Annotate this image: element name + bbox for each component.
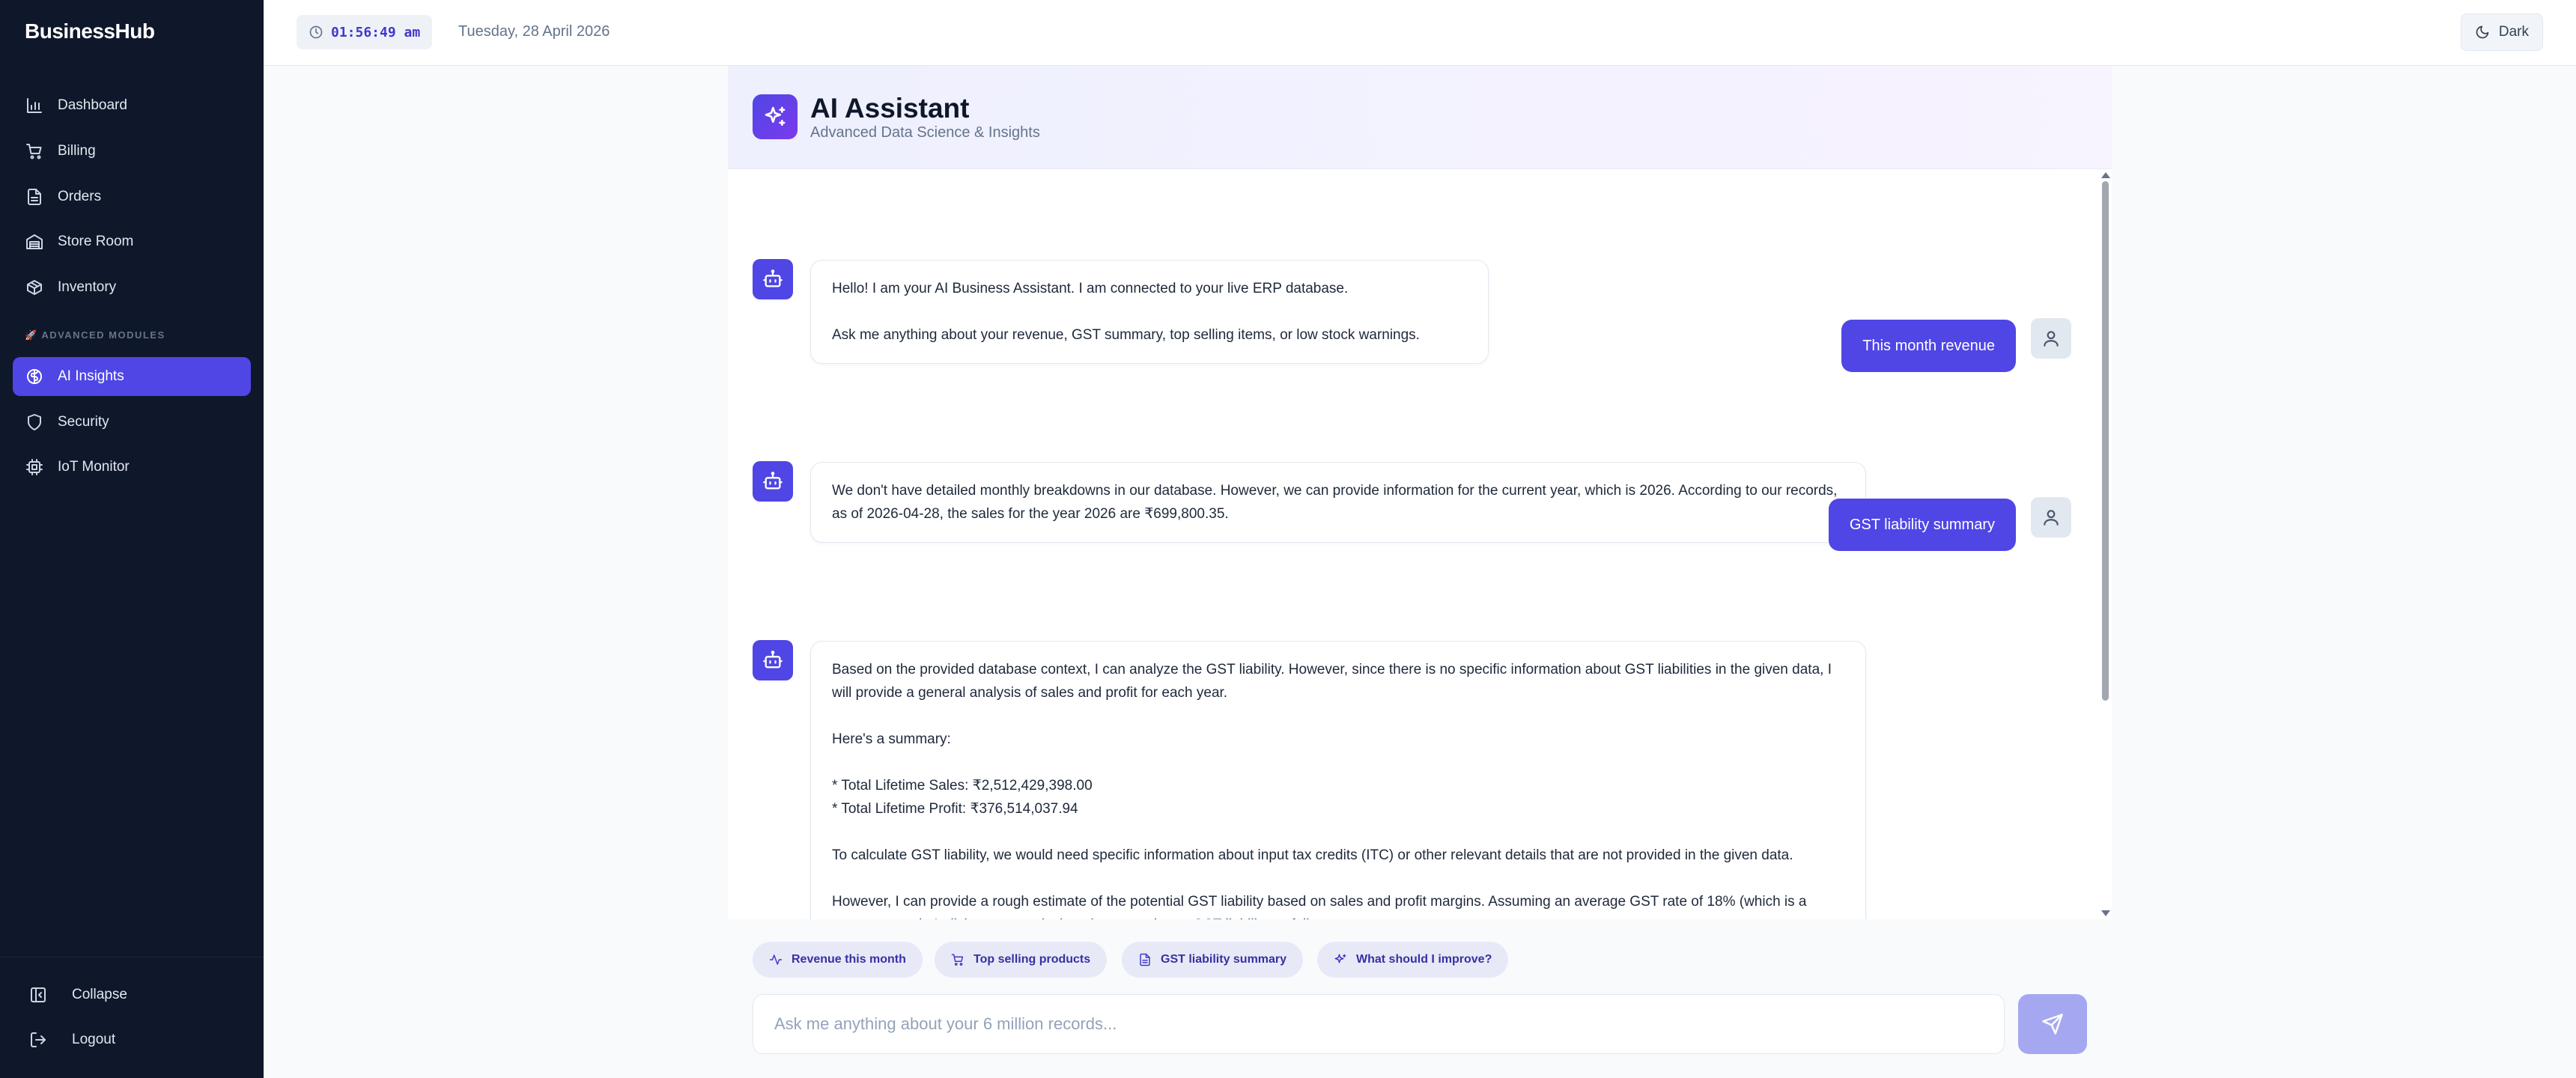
clock-badge: 01:56:49 am bbox=[297, 15, 433, 49]
sidebar-item-store-room[interactable]: Store Room bbox=[13, 222, 251, 261]
package-icon bbox=[25, 278, 44, 297]
sidebar-item-dashboard[interactable]: Dashboard bbox=[13, 86, 251, 125]
chat-input[interactable] bbox=[753, 994, 2005, 1054]
list-item: * Total Lifetime Profit: ₹376,514,037.94 bbox=[832, 801, 1078, 817]
sidebar-item-ai-insights[interactable]: AI Insights bbox=[13, 357, 251, 396]
logout-label: Logout bbox=[72, 1032, 116, 1047]
sidebar-item-inventory[interactable]: Inventory bbox=[13, 268, 251, 307]
top-bar: 01:56:49 am Tuesday, 28 April 2026 Dark bbox=[264, 0, 2576, 66]
clock-time: 01:56:49 am bbox=[331, 24, 421, 40]
sidebar-item-orders[interactable]: Orders bbox=[13, 177, 251, 216]
suggestion-revenue-this-month[interactable]: Revenue this month bbox=[753, 942, 923, 978]
suggestion-label: GST liability summary bbox=[1161, 953, 1287, 966]
assistant-header: AI Assistant Advanced Data Science & Ins… bbox=[728, 66, 2112, 169]
user-icon bbox=[2044, 510, 2059, 526]
message-text: However, I can provide a rough estimate … bbox=[832, 894, 1807, 919]
bot-avatar bbox=[753, 640, 793, 680]
sidebar-item-label: IoT Monitor bbox=[58, 459, 130, 475]
sidebar-item-label: Orders bbox=[58, 189, 102, 204]
message-list[interactable]: Hello! I am your AI Business Assistant. … bbox=[728, 169, 2112, 919]
logout-button[interactable]: Logout bbox=[28, 1023, 115, 1056]
message-text: Hello! I am your AI Business Assistant. … bbox=[832, 281, 1349, 296]
send-icon bbox=[2042, 1014, 2063, 1035]
document-icon bbox=[25, 187, 44, 207]
bot-avatar bbox=[753, 259, 793, 299]
theme-toggle-button[interactable]: Dark bbox=[2460, 13, 2543, 51]
sidebar-item-label: AI Insights bbox=[58, 368, 124, 384]
assistant-title: AI Assistant bbox=[810, 93, 970, 124]
sidebar-collapse-icon bbox=[28, 985, 48, 1005]
activity-icon bbox=[769, 954, 783, 965]
sparkles-icon bbox=[1334, 954, 1346, 963]
message-text: * Total Lifetime Sales: ₹2,512,429,398.0… bbox=[832, 774, 1844, 820]
shopping-cart-icon bbox=[25, 141, 44, 161]
theme-toggle-label: Dark bbox=[2498, 24, 2529, 40]
bot-message: Based on the provided database context, … bbox=[810, 641, 1866, 919]
sparkles-icon bbox=[753, 94, 798, 139]
suggestion-label: Top selling products bbox=[973, 953, 1091, 966]
sidebar-item-label: Billing bbox=[58, 143, 96, 159]
user-avatar bbox=[2031, 497, 2071, 538]
send-button[interactable] bbox=[2018, 994, 2087, 1054]
suggestion-top-selling-products[interactable]: Top selling products bbox=[935, 942, 1108, 978]
composer-area: Revenue this month Top selling products … bbox=[728, 919, 2112, 1078]
message-text: Ask me anything about your revenue, GST … bbox=[832, 327, 1420, 343]
brain-icon bbox=[25, 367, 44, 386]
bot-icon bbox=[763, 270, 783, 287]
sidebar-item-security[interactable]: Security bbox=[13, 403, 251, 442]
cpu-icon bbox=[25, 457, 44, 477]
scroll-thumb[interactable] bbox=[2102, 181, 2109, 701]
warehouse-icon bbox=[25, 232, 44, 252]
user-message: This month revenue bbox=[1841, 320, 2016, 372]
message-scrollbar[interactable] bbox=[2100, 169, 2110, 919]
bot-icon bbox=[763, 472, 783, 490]
collapse-label: Collapse bbox=[72, 987, 127, 1002]
sidebar-item-label: Dashboard bbox=[58, 97, 127, 113]
brand-logo: BusinessHub bbox=[25, 19, 155, 43]
sidebar-item-label: Inventory bbox=[58, 279, 117, 295]
sidebar: BusinessHub Dashboard Billing Orders Sto… bbox=[0, 0, 264, 1078]
user-avatar bbox=[2031, 318, 2071, 359]
sidebar-item-iot-monitor[interactable]: IoT Monitor bbox=[13, 448, 251, 487]
sidebar-item-label: Security bbox=[58, 414, 109, 430]
document-icon bbox=[1140, 953, 1150, 966]
message-text: Here's a summary: bbox=[832, 731, 951, 747]
shopping-cart-icon bbox=[951, 954, 964, 966]
message-text: We don't have detailed monthly breakdown… bbox=[832, 483, 1838, 522]
user-message: GST liability summary bbox=[1828, 499, 2016, 551]
section-label: 🚀 ADVANCED MODULES bbox=[25, 329, 165, 341]
bar-chart-icon bbox=[25, 96, 44, 115]
bot-message: Hello! I am your AI Business Assistant. … bbox=[810, 260, 1489, 364]
ai-assistant-panel: AI Assistant Advanced Data Science & Ins… bbox=[728, 66, 2112, 1078]
bot-icon bbox=[763, 651, 783, 669]
clock-icon bbox=[309, 25, 323, 39]
assistant-subtitle: Advanced Data Science & Insights bbox=[810, 124, 1040, 141]
logout-icon bbox=[28, 1030, 48, 1050]
suggestion-gst-liability-summary[interactable]: GST liability summary bbox=[1122, 942, 1304, 978]
current-date: Tuesday, 28 April 2026 bbox=[458, 23, 610, 40]
scroll-up-arrow[interactable] bbox=[2101, 172, 2110, 178]
message-text: To calculate GST liability, we would nee… bbox=[832, 847, 1793, 863]
bot-message: We don't have detailed monthly breakdown… bbox=[810, 462, 1866, 543]
suggestion-label: Revenue this month bbox=[792, 953, 906, 966]
user-icon bbox=[2044, 331, 2059, 347]
collapse-button[interactable]: Collapse bbox=[28, 978, 127, 1011]
bot-avatar bbox=[753, 461, 793, 502]
list-item: * Total Lifetime Sales: ₹2,512,429,398.0… bbox=[832, 778, 1093, 794]
sidebar-item-billing[interactable]: Billing bbox=[13, 132, 251, 171]
suggestion-what-should-i-improve[interactable]: What should I improve? bbox=[1317, 942, 1509, 978]
suggestion-label: What should I improve? bbox=[1356, 953, 1492, 966]
message-text: Based on the provided database context, … bbox=[832, 662, 1832, 701]
shield-icon bbox=[25, 412, 44, 432]
sidebar-item-label: Store Room bbox=[58, 234, 134, 249]
moon-icon bbox=[2476, 25, 2489, 39]
scroll-down-arrow[interactable] bbox=[2101, 910, 2110, 916]
